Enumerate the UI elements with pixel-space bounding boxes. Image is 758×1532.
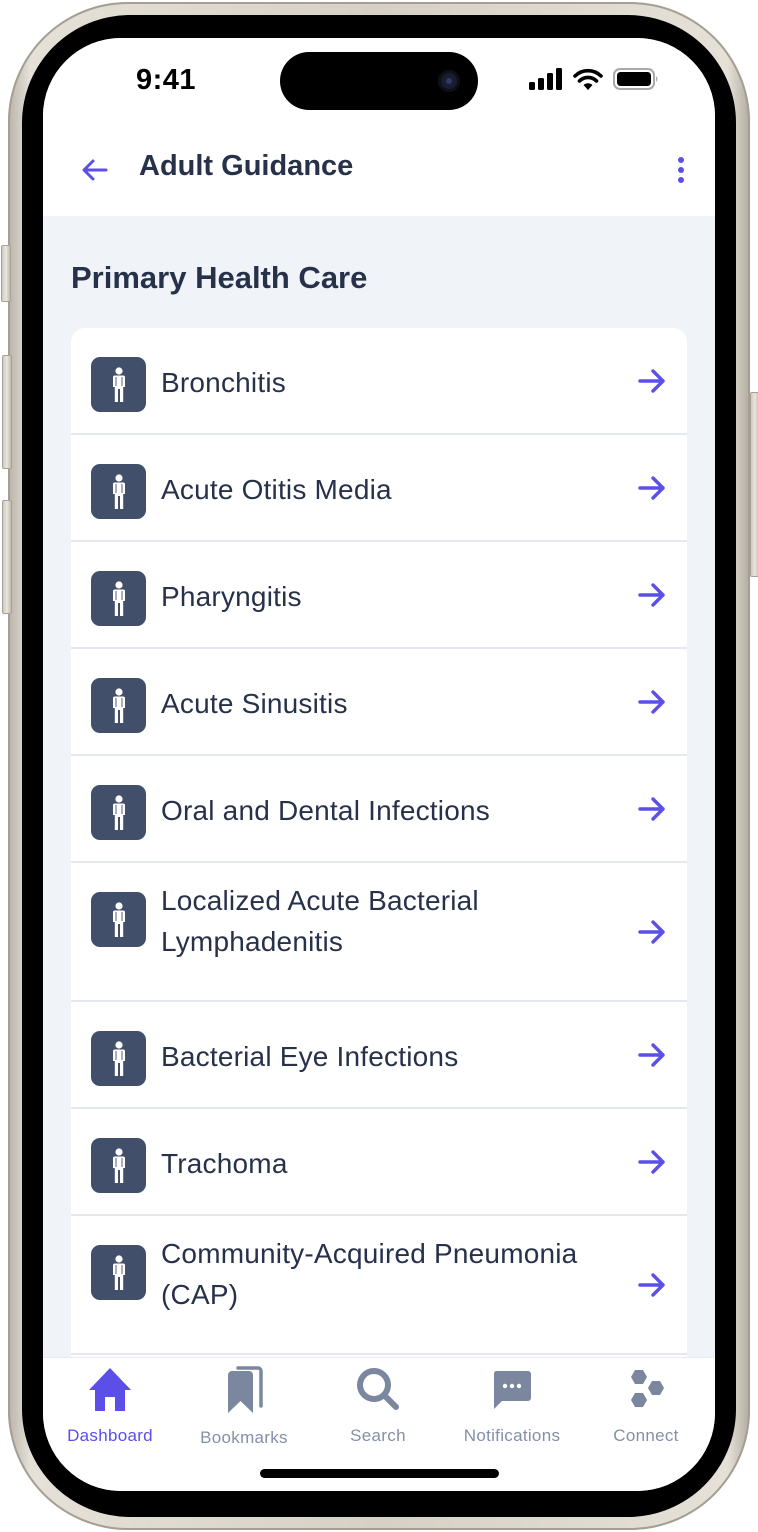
arrow-right-icon (638, 689, 665, 714)
status-time: 9:41 (136, 64, 197, 96)
section-title: Primary Health Care (71, 260, 368, 295)
bookmarks-icon (228, 1366, 263, 1413)
open-item-button[interactable] (637, 794, 667, 824)
front-camera-icon (438, 70, 460, 92)
wifi-icon (573, 68, 603, 90)
hexagons-icon (631, 1370, 664, 1407)
tab-label: Connect (613, 1426, 679, 1445)
person-icon (112, 366, 125, 402)
item-icon-tile (91, 785, 146, 840)
volume-down-button (2, 500, 12, 614)
tab-notifications[interactable]: Notifications (445, 1366, 579, 1446)
person-icon (112, 1254, 125, 1290)
battery-icon (613, 68, 658, 90)
item-icon-tile (91, 678, 146, 733)
item-icon-tile (91, 571, 146, 626)
list-item[interactable]: Bronchitis (71, 328, 687, 435)
open-item-button[interactable] (637, 1040, 667, 1070)
list-item[interactable]: Community-Acquired Pneumonia (CAP) (71, 1216, 687, 1355)
list-item-label: Bronchitis (161, 367, 286, 398)
back-button[interactable] (79, 154, 111, 186)
tab-label: Notifications (463, 1426, 561, 1445)
page-title: Adult Guidance (139, 150, 354, 182)
arrow-right-icon (638, 919, 665, 944)
list-item-label: Oral and Dental Infections (161, 795, 490, 826)
person-icon (112, 580, 125, 616)
list-item[interactable]: Localized Acute Bacterial Lymphadenitis (71, 863, 687, 1002)
list-item[interactable]: Trachoma (71, 1109, 687, 1216)
arrow-right-icon (638, 796, 665, 821)
arrow-right-icon (638, 582, 665, 607)
open-item-button[interactable] (637, 580, 667, 610)
arrow-right-icon (638, 1272, 665, 1297)
open-item-button[interactable] (637, 687, 667, 717)
item-icon-tile (91, 357, 146, 412)
list-item[interactable]: Oral and Dental Infections (71, 756, 687, 863)
arrow-right-icon (638, 1149, 665, 1174)
tab-dashboard[interactable]: Dashboard (43, 1366, 177, 1446)
arrow-left-icon (82, 159, 108, 181)
action-button (1, 245, 11, 302)
cellular-signal-icon (529, 68, 562, 90)
list-item-label: Trachoma (161, 1148, 288, 1179)
item-icon-tile (91, 1138, 146, 1193)
menu-dot (678, 167, 684, 173)
volume-up-button (2, 355, 12, 469)
person-icon (112, 473, 125, 509)
person-icon (112, 1040, 125, 1076)
arrow-right-icon (638, 1042, 665, 1067)
open-item-button[interactable] (637, 917, 667, 947)
item-icon-tile (91, 464, 146, 519)
home-indicator[interactable] (260, 1469, 499, 1478)
list-item-label: Bacterial Eye Infections (161, 1041, 459, 1072)
guidance-list: Bronchitis Acute Otitis Media Pharyngitis A… (71, 328, 687, 1428)
item-icon-tile (91, 892, 146, 947)
list-item-label: Community-Acquired Pneumonia (CAP) (161, 1238, 578, 1310)
list-item-label: Acute Sinusitis (161, 688, 348, 719)
open-item-button[interactable] (637, 1270, 667, 1300)
dynamic-island (280, 52, 478, 110)
person-icon (112, 687, 125, 723)
item-icon-tile (91, 1245, 146, 1300)
person-icon (112, 1147, 125, 1183)
status-icons (529, 68, 659, 90)
list-item[interactable]: Pharyngitis (71, 542, 687, 649)
list-item-label: Pharyngitis (161, 581, 302, 612)
menu-dot (678, 177, 684, 183)
tab-label: Bookmarks (200, 1428, 288, 1447)
list-item[interactable]: Acute Otitis Media (71, 435, 687, 542)
more-vertical-icon (678, 157, 684, 163)
list-item-label: Localized Acute Bacterial Lymphadenitis (161, 885, 479, 957)
person-icon (112, 794, 125, 830)
open-item-button[interactable] (637, 1147, 667, 1177)
tab-bookmarks[interactable]: Bookmarks (177, 1366, 311, 1447)
home-icon (89, 1368, 131, 1411)
chat-bubble-icon (493, 1371, 531, 1409)
item-icon-tile (91, 1031, 146, 1086)
tab-search[interactable]: Search (311, 1366, 445, 1446)
top-bar: 9:41 Adult Guidance (43, 38, 715, 216)
app-header: Adult Guidance (43, 138, 715, 198)
open-item-button[interactable] (637, 366, 667, 396)
power-button (750, 392, 758, 577)
screen: 9:41 Adult Guidance Primary Health Care … (43, 38, 715, 1491)
person-icon (112, 901, 125, 937)
list-item-label: Acute Otitis Media (161, 474, 392, 505)
list-item[interactable]: Acute Sinusitis (71, 649, 687, 756)
arrow-right-icon (638, 368, 665, 393)
arrow-right-icon (638, 475, 665, 500)
tab-label: Search (350, 1426, 406, 1445)
search-icon (357, 1368, 399, 1410)
tab-connect[interactable]: Connect (579, 1366, 713, 1446)
list-item[interactable]: Bacterial Eye Infections (71, 1002, 687, 1109)
tab-label: Dashboard (67, 1426, 153, 1445)
open-item-button[interactable] (637, 473, 667, 503)
more-options-button[interactable] (671, 154, 691, 186)
